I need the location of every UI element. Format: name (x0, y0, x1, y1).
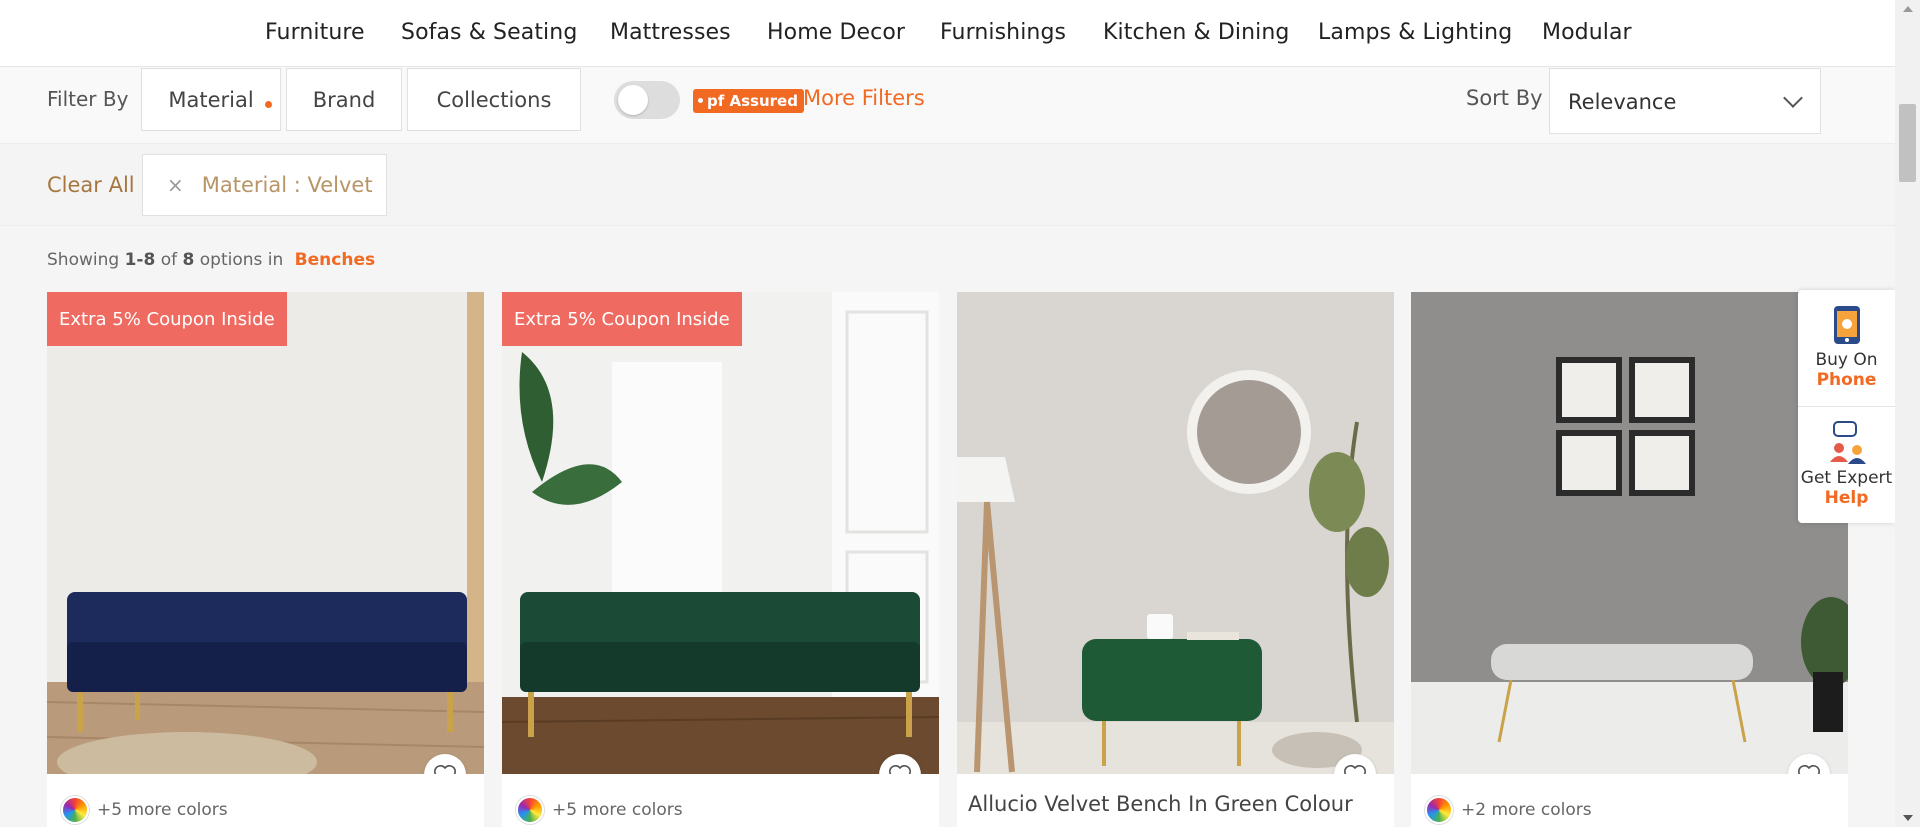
phone-icon (1833, 306, 1860, 344)
chevron-down-icon (1783, 88, 1803, 108)
coupon-badge: Extra 5% Coupon Inside (47, 292, 287, 346)
color-wheel-icon (61, 796, 89, 824)
nav-furniture[interactable]: Furniture (265, 20, 365, 45)
results-summary: Showing 1-8 of 8 options in Benches (47, 250, 375, 270)
sort-by-label: Sort By (1466, 86, 1543, 110)
collections-filter-button[interactable]: Collections (407, 68, 581, 131)
buy-on-phone-button[interactable]: Buy On Phone (1798, 304, 1895, 390)
results-of: of (160, 250, 178, 270)
help-label: Help (1824, 488, 1869, 508)
more-colors[interactable]: +5 more colors (61, 796, 228, 824)
active-filters-bar: Clear All × Material : Velvet (0, 144, 1895, 226)
product-card[interactable]: Allucio Velvet Bench In Green Colour (957, 292, 1394, 827)
product-image[interactable] (1411, 292, 1848, 774)
more-colors-label: +5 more colors (552, 800, 683, 820)
product-image[interactable]: Extra 5% Coupon Inside (502, 292, 939, 774)
scroll-down-arrow-icon[interactable] (1903, 815, 1913, 821)
get-expert-help-button[interactable]: Get Expert Help (1798, 420, 1895, 508)
help-divider (1798, 406, 1895, 407)
more-colors-label: +5 more colors (97, 800, 228, 820)
results-category: Benches (294, 250, 376, 270)
material-filter-button[interactable]: Material (141, 68, 281, 131)
phone-label: Phone (1816, 370, 1877, 390)
close-icon[interactable]: × (167, 173, 184, 197)
more-colors[interactable]: +2 more colors (1425, 796, 1592, 824)
results-prefix: Showing (47, 250, 120, 270)
scroll-thumb[interactable] (1899, 104, 1916, 182)
nav-modular[interactable]: Modular (1542, 20, 1632, 45)
more-colors-label: +2 more colors (1461, 800, 1592, 820)
product-image[interactable] (957, 292, 1394, 774)
product-footer: +5 more colors (47, 774, 484, 827)
top-navigation: Furniture Sofas & Seating Mattresses Hom… (0, 0, 1895, 67)
product-card[interactable]: Extra 5% Coupon Inside +5 more colors (502, 292, 939, 827)
nav-mattresses[interactable]: Mattresses (610, 20, 731, 45)
product-footer: +2 more colors (1411, 774, 1848, 827)
vertical-scrollbar[interactable] (1895, 0, 1920, 827)
sort-select-value: Relevance (1568, 90, 1677, 114)
product-name[interactable]: Allucio Velvet Bench In Green Colour (968, 792, 1353, 816)
buy-on-label: Buy On (1815, 350, 1878, 370)
nav-furnishings[interactable]: Furnishings (940, 20, 1066, 45)
results-total: 8 (182, 250, 195, 270)
brand-filter-button[interactable]: Brand (286, 68, 402, 131)
more-colors[interactable]: +5 more colors (516, 796, 683, 824)
clear-all-link[interactable]: Clear All (47, 173, 135, 197)
nav-lamps-lighting[interactable]: Lamps & Lighting (1318, 20, 1512, 45)
coupon-badge: Extra 5% Coupon Inside (502, 292, 742, 346)
results-range: 1-8 (124, 250, 156, 270)
product-footer: Allucio Velvet Bench In Green Colour (957, 774, 1394, 827)
active-filter-dot-icon (265, 101, 272, 108)
get-expert-label: Get Expert (1800, 468, 1893, 488)
toggle-knob (618, 85, 648, 115)
active-filter-chip[interactable]: × Material : Velvet (142, 154, 387, 216)
results-suffix: options in (199, 250, 284, 270)
nav-home-decor[interactable]: Home Decor (767, 20, 905, 45)
collections-filter-label: Collections (436, 87, 552, 112)
filter-by-label: Filter By (47, 87, 129, 111)
assured-toggle[interactable] (614, 81, 680, 119)
product-card[interactable]: +2 more colors (1411, 292, 1848, 827)
scroll-up-arrow-icon[interactable] (1903, 6, 1913, 12)
chip-label: Material : Velvet (201, 173, 373, 197)
product-image[interactable]: Extra 5% Coupon Inside (47, 292, 484, 774)
pf-assured-badge: pf Assured (693, 89, 804, 113)
nav-sofas-seating[interactable]: Sofas & Seating (401, 20, 577, 45)
product-card[interactable]: Extra 5% Coupon Inside +5 more colors (47, 292, 484, 827)
material-filter-label: Material (168, 87, 254, 112)
filter-bar: Filter By Material Brand Collections pf … (0, 67, 1895, 144)
color-wheel-icon (1425, 796, 1453, 824)
help-widget: Buy On Phone Get Expert Help (1798, 290, 1895, 523)
product-footer: +5 more colors (502, 774, 939, 827)
brand-filter-label: Brand (312, 87, 376, 112)
nav-kitchen-dining[interactable]: Kitchen & Dining (1103, 20, 1289, 45)
expert-chat-icon (1829, 421, 1866, 464)
color-wheel-icon (516, 796, 544, 824)
sort-select[interactable]: Relevance (1549, 68, 1821, 134)
more-filters-link[interactable]: More Filters (803, 86, 925, 110)
